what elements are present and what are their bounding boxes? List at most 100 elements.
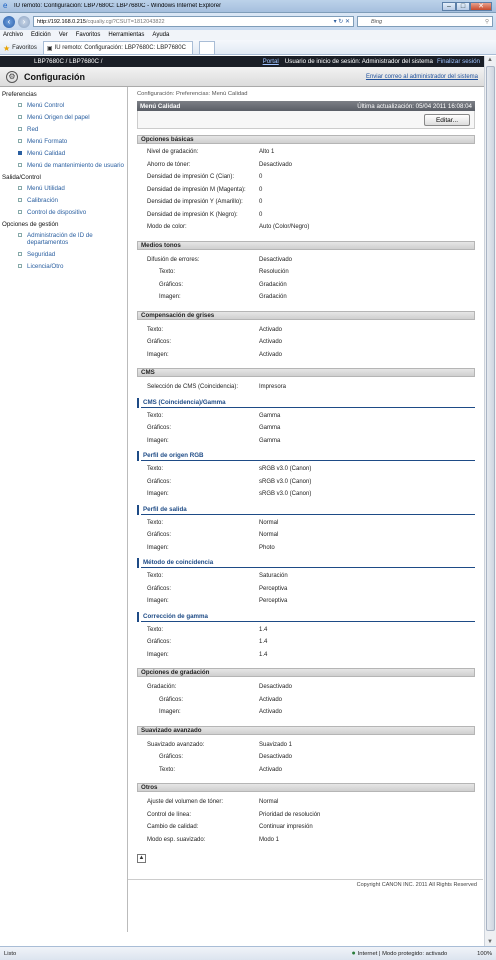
setting-value: 0 bbox=[259, 174, 263, 181]
sidebar-item-utilidad[interactable]: Menú Utilidad bbox=[0, 183, 127, 195]
sidebar: Preferencias Menú Control Menú Origen de… bbox=[0, 87, 128, 932]
sidebar-item-calibracion[interactable]: Calibración bbox=[0, 195, 127, 207]
subsection-header: Perfil de origen RGB bbox=[137, 451, 475, 461]
setting-value: Gamma bbox=[259, 437, 281, 444]
new-tab-button[interactable] bbox=[198, 41, 215, 54]
setting-value: Photo bbox=[259, 544, 275, 551]
setting-label: Gráficos: bbox=[147, 639, 172, 646]
setting-value: Activado bbox=[259, 351, 283, 358]
back-button[interactable]: ‹ bbox=[3, 15, 15, 28]
sidebar-item-label: Seguridad bbox=[27, 251, 56, 258]
sidebar-item-label: Administración de ID de departamentos bbox=[27, 232, 93, 246]
sidebar-item-seguridad[interactable]: Seguridad bbox=[0, 249, 127, 261]
setting-value: Gamma bbox=[259, 425, 281, 432]
maximize-button[interactable]: □ bbox=[456, 1, 470, 11]
url-host: http://192.168.0.215 bbox=[37, 18, 86, 25]
close-button[interactable]: ✕ bbox=[470, 1, 492, 11]
setting-label: Texto: bbox=[147, 573, 164, 580]
setting-row: Ahorro de tóner: Desactivado bbox=[137, 159, 475, 172]
setting-value: Gradación bbox=[259, 294, 287, 301]
edit-button[interactable]: Editar... bbox=[424, 113, 470, 126]
sidebar-group-gestion: Opciones de gestión bbox=[2, 221, 59, 228]
menu-ayuda[interactable]: Ayuda bbox=[152, 32, 169, 38]
setting-row: Texto: Saturación bbox=[137, 570, 475, 583]
setting-row: Texto: Activado bbox=[137, 764, 475, 777]
setting-value: 0 bbox=[259, 211, 263, 218]
sidebar-item-label: Calibración bbox=[27, 197, 58, 204]
zoom-level[interactable]: 100% bbox=[477, 951, 492, 957]
search-input[interactable]: Bing ⚲ bbox=[357, 16, 493, 27]
setting-row: Densidad de impresión C (Cian): 0 bbox=[137, 171, 475, 184]
setting-value: Impresora bbox=[259, 384, 287, 391]
setting-label: Densidad de impresión Y (Amarillo): bbox=[147, 199, 243, 206]
section-header: CMS bbox=[137, 368, 475, 377]
scrollbar[interactable]: ▲ ▼ bbox=[484, 56, 496, 946]
minimize-button[interactable]: – bbox=[442, 1, 456, 11]
subsection-header: CMS (Coincidencia)/Gamma bbox=[137, 397, 475, 408]
copyright: Copyright CANON INC. 2011 All Rights Res… bbox=[128, 879, 483, 889]
setting-row: Imagen: Perceptiva bbox=[137, 595, 475, 608]
scroll-top-icon[interactable]: ▲ bbox=[137, 854, 146, 863]
setting-value: 1.4 bbox=[259, 639, 268, 646]
logout-link[interactable]: Finalizar sesión bbox=[437, 58, 480, 65]
forward-button[interactable]: › bbox=[18, 15, 30, 28]
setting-label: Modo de color: bbox=[147, 224, 187, 231]
last-update: Última actualización: 05/04 2011 16:08:0… bbox=[357, 102, 472, 110]
setting-row: Control de línea: Prioridad de resolución bbox=[137, 809, 475, 822]
scroll-down-icon[interactable]: ▼ bbox=[487, 939, 493, 945]
setting-row: Imagen: sRGB v3.0 (Canon) bbox=[137, 488, 475, 501]
portal-link[interactable]: Portal bbox=[263, 58, 279, 65]
section-header: Opciones básicas bbox=[137, 135, 475, 144]
bullet-icon bbox=[18, 115, 22, 119]
scroll-up-icon[interactable]: ▲ bbox=[487, 57, 493, 63]
section-header: Medios tonos bbox=[137, 240, 475, 250]
sidebar-item-origen-papel[interactable]: Menú Origen del papel bbox=[0, 112, 127, 124]
menu-ver[interactable]: Ver bbox=[59, 32, 68, 38]
menu-herramientas[interactable]: Herramientas bbox=[108, 32, 144, 38]
setting-value: Normal bbox=[259, 532, 279, 539]
setting-label: Ahorro de tóner: bbox=[147, 161, 191, 168]
sidebar-item-red[interactable]: Red bbox=[0, 124, 127, 136]
setting-row: Nivel de gradación: Alto 1 bbox=[137, 146, 475, 159]
section-title-bar: Menú Calidad Última actualización: 05/04… bbox=[137, 101, 475, 111]
setting-label: Imagen: bbox=[147, 544, 169, 551]
scroll-thumb[interactable] bbox=[486, 66, 495, 931]
sidebar-item-label: Licencia/Otro bbox=[27, 263, 64, 270]
setting-row: Modo de color: Auto (Color/Negro) bbox=[137, 221, 475, 234]
status-bar: Listo ● Internet | Modo protegido: activa… bbox=[0, 946, 496, 960]
setting-row: Texto: Gamma bbox=[137, 410, 475, 423]
search-icon[interactable]: ⚲ bbox=[485, 19, 489, 25]
mail-admin-link[interactable]: Enviar correo al administrador del siste… bbox=[366, 74, 478, 80]
menu-edicion[interactable]: Edición bbox=[31, 32, 51, 38]
bullet-icon bbox=[18, 139, 22, 143]
setting-value: sRGB v3.0 (Canon) bbox=[259, 466, 312, 473]
sidebar-item-mantenimiento[interactable]: Menú de mantenimiento de usuario bbox=[0, 160, 127, 172]
menu-archivo[interactable]: Archivo bbox=[3, 32, 23, 38]
url-field[interactable]: http://192.168.0.215/cqualiy.cgi?CSUT=18… bbox=[33, 16, 354, 27]
sidebar-item-formato[interactable]: Menú Formato bbox=[0, 136, 127, 148]
favorites-button[interactable]: ★ Favoritos bbox=[3, 42, 37, 54]
sidebar-item-label: Menú de mantenimiento de usuario bbox=[27, 162, 124, 169]
subsection-header: Corrección de gamma bbox=[137, 611, 475, 622]
setting-value: Resolución bbox=[259, 269, 289, 276]
sidebar-item-calidad[interactable]: Menú Calidad bbox=[0, 148, 127, 160]
breadcrumb: Configuración: Preferencias: Menú Calida… bbox=[137, 91, 248, 97]
setting-label: Control de línea: bbox=[147, 811, 192, 818]
setting-label: Ajuste del volumen de tóner: bbox=[147, 799, 224, 806]
setting-value: Alto 1 bbox=[259, 149, 275, 156]
sidebar-item-licencia[interactable]: Licencia/Otro bbox=[0, 261, 127, 273]
address-bar: ‹ › http://192.168.0.215/cqualiy.cgi?CSU… bbox=[0, 13, 496, 30]
menu-favoritos[interactable]: Favoritos bbox=[76, 32, 101, 38]
browser-tab[interactable]: ▣ IU remoto: Configuración: LBP7680C: LBP… bbox=[42, 41, 193, 54]
refresh-stop-icons[interactable]: ▾ ↻ ✕ bbox=[334, 18, 350, 25]
sidebar-group-preferencias: Preferencias bbox=[2, 91, 37, 98]
setting-value: Perceptiva bbox=[259, 598, 288, 605]
setting-row: Imagen: Gradación bbox=[137, 291, 475, 304]
setting-row: Imagen: 1.4 bbox=[137, 649, 475, 662]
sidebar-item-control-dispositivo[interactable]: Control de dispositivo bbox=[0, 207, 127, 219]
section-header: Suavizado avanzado bbox=[137, 725, 475, 735]
sidebar-item-menu-control[interactable]: Menú Control bbox=[0, 100, 127, 112]
setting-value: Saturación bbox=[259, 573, 288, 580]
sidebar-item-id-departamentos[interactable]: Administración de ID de departamentos bbox=[0, 230, 127, 249]
setting-value: Activado bbox=[259, 326, 283, 333]
